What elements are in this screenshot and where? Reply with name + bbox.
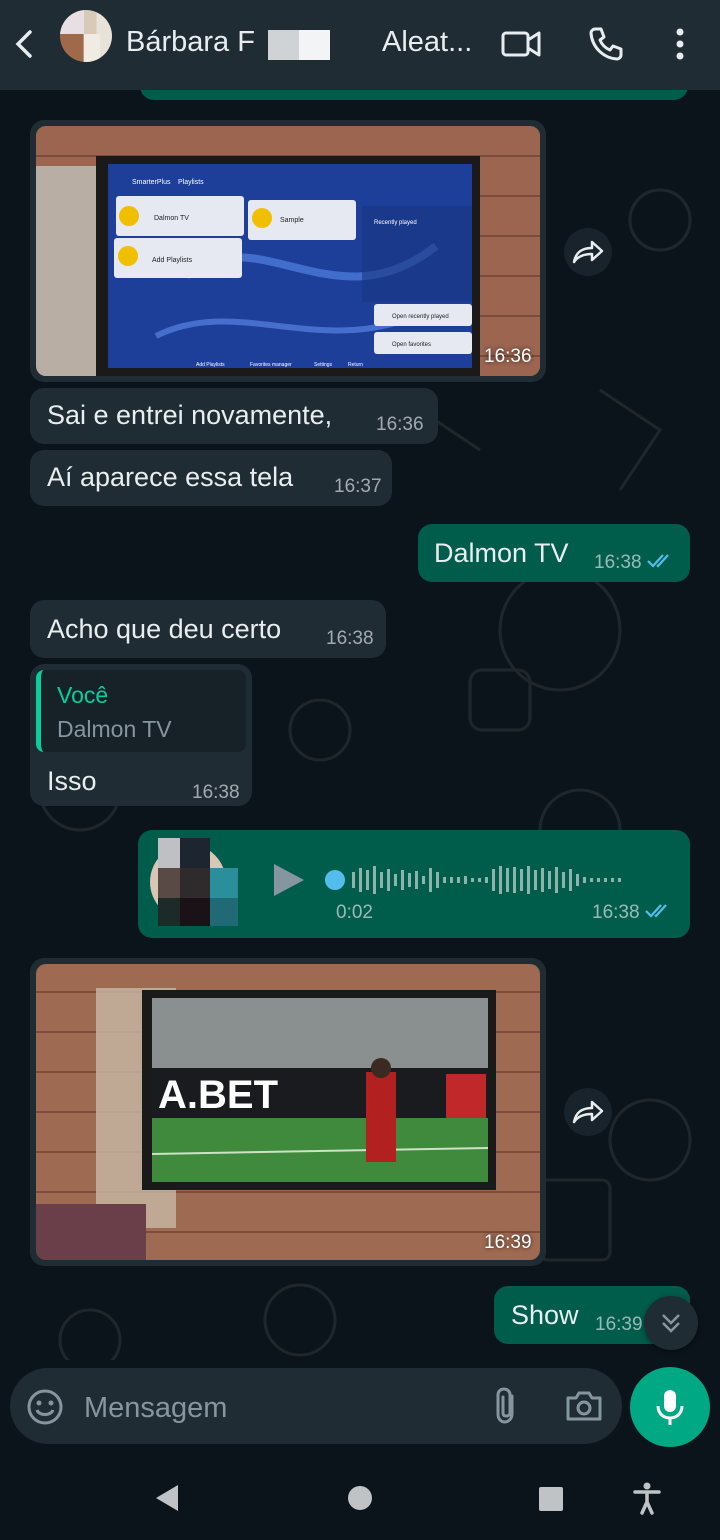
message-text: Isso <box>47 766 97 796</box>
message-time: 16:36 <box>376 414 424 435</box>
nav-back-icon[interactable] <box>152 1482 182 1519</box>
tv-photo-1[interactable]: Dalmon TV Sample Add Playlists SmarterPl… <box>36 126 540 376</box>
contact-status[interactable]: Aleat... <box>382 26 472 59</box>
phone-call-icon[interactable] <box>586 24 626 69</box>
previous-message-bubble[interactable] <box>140 90 688 100</box>
message-time: 16:38 <box>326 628 374 649</box>
microphone-icon <box>656 1390 684 1425</box>
message-time: 16:38 <box>192 782 240 803</box>
message-time: 16:37 <box>334 476 382 497</box>
contact-name[interactable]: Bárbara F <box>126 26 255 59</box>
message-input[interactable]: Mensagem <box>84 1392 227 1425</box>
system-navigation-bar <box>0 1455 720 1540</box>
incoming-message[interactable]: Sai e entrei novamente, 16:36 <box>30 388 438 444</box>
message-time: 16:36 <box>484 346 532 367</box>
message-text: Show <box>511 1300 579 1330</box>
tv-tile-2: Sample <box>280 217 304 224</box>
more-options-icon[interactable] <box>668 24 692 69</box>
incoming-message[interactable]: Acho que deu certo 16:38 <box>30 600 386 658</box>
back-arrow-icon[interactable] <box>8 26 38 62</box>
chat-header: Bárbara F Aleat... <box>0 0 720 90</box>
tv-footer-1: Add Playlists <box>196 362 225 368</box>
tv-recent: Recently played <box>374 220 417 226</box>
microphone-button[interactable] <box>630 1367 710 1447</box>
quote-author: Você <box>57 682 109 708</box>
tv-footer-2: Favorites manager <box>250 362 292 368</box>
tv-banner: A.BET <box>158 1073 278 1117</box>
contact-avatar[interactable] <box>60 10 112 62</box>
voice-waveform[interactable] <box>324 860 664 905</box>
camera-icon[interactable] <box>564 1388 604 1429</box>
voice-message[interactable]: 0:02 16:38 <box>138 830 690 938</box>
tv-app-name: SmarterPlus <box>132 179 171 186</box>
message-time: 16:39 <box>595 1314 643 1335</box>
quoted-message[interactable]: Você Dalmon TV <box>36 670 246 752</box>
accessibility-icon[interactable] <box>632 1481 662 1520</box>
incoming-reply-message[interactable]: Você Dalmon TV Isso 16:38 <box>30 664 252 806</box>
read-receipt-icon <box>646 552 676 575</box>
tv-photo-2[interactable]: A.BET <box>36 964 540 1260</box>
message-text: Acho que deu certo <box>47 614 282 644</box>
nav-recents-icon[interactable] <box>537 1485 565 1518</box>
message-text: Sai e entrei novamente, <box>47 400 333 430</box>
message-composer[interactable]: Mensagem <box>10 1368 622 1444</box>
redacted-name-block <box>268 30 330 60</box>
outgoing-message[interactable]: Dalmon TV 16:38 <box>418 524 690 582</box>
message-text: Aí aparece essa tela <box>47 462 294 492</box>
tv-section: Playlists <box>178 179 204 186</box>
voice-duration: 0:02 <box>336 902 373 923</box>
read-receipt-icon <box>644 902 674 925</box>
image-message[interactable]: A.BET 16:39 <box>30 958 546 1266</box>
quote-text: Dalmon TV <box>57 716 172 742</box>
attach-icon[interactable] <box>490 1386 522 1431</box>
incoming-message[interactable]: Aí aparece essa tela 16:37 <box>30 450 392 506</box>
tv-tile-1: Dalmon TV <box>154 215 189 222</box>
play-icon[interactable] <box>268 860 308 905</box>
nav-home-icon[interactable] <box>346 1484 374 1517</box>
message-time: 16:39 <box>484 1232 532 1253</box>
sender-avatar <box>148 838 240 926</box>
video-call-icon[interactable] <box>500 24 542 69</box>
scroll-to-bottom-button[interactable] <box>644 1296 698 1350</box>
forward-icon[interactable] <box>564 1088 612 1136</box>
tv-footer-4: Return <box>348 362 363 368</box>
tv-tile-3: Add Playlists <box>152 257 193 264</box>
forward-icon[interactable] <box>564 228 612 276</box>
image-message[interactable]: Dalmon TV Sample Add Playlists SmarterPl… <box>30 120 546 382</box>
emoji-icon[interactable] <box>26 1388 64 1431</box>
message-time: 16:38 <box>592 902 640 923</box>
chat-area[interactable]: Dalmon TV Sample Add Playlists SmarterPl… <box>0 90 720 1360</box>
message-text: Dalmon TV <box>434 538 569 568</box>
tv-open-fav: Open favorites <box>392 342 431 348</box>
tv-footer-3: Settings <box>314 362 333 368</box>
tv-open-recent: Open recently played <box>392 314 449 320</box>
message-time: 16:38 <box>594 552 642 573</box>
